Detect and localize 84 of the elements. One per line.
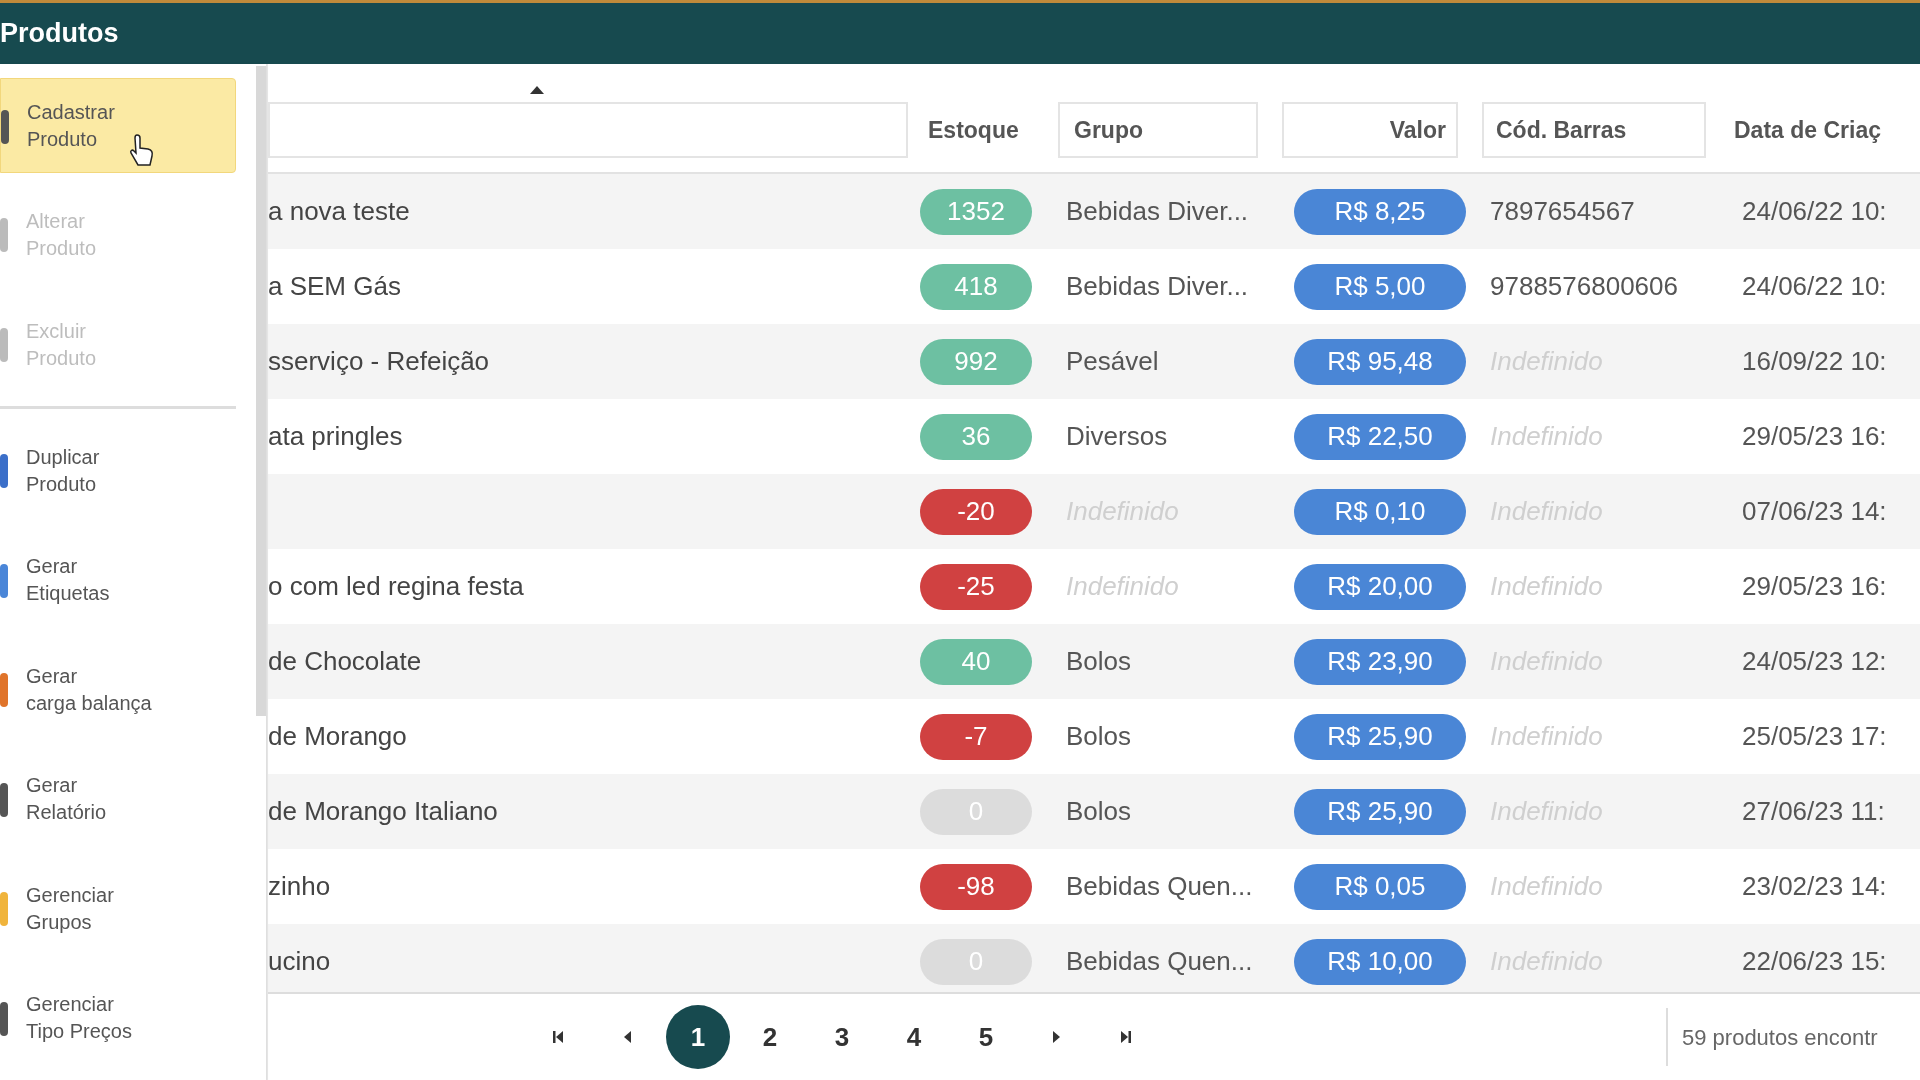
sidebar-item[interactable]: Gerar carga balança	[0, 642, 236, 738]
table-cell-text: a SEM Gás	[268, 270, 401, 303]
window-title: Produtos	[0, 17, 119, 51]
table-cell-text: sserviço - Refeição	[268, 345, 490, 378]
stock-badge: 40	[920, 638, 1032, 685]
filter-field[interactable]: Cód. Barras	[1482, 102, 1706, 158]
table-cell: Bebidas Diver...	[1066, 196, 1249, 226]
price-badge: R$ 0,10	[1294, 488, 1466, 535]
column-header[interactable]: Data de Criaç	[1734, 112, 1881, 148]
sort-arrow-icon[interactable]	[530, 86, 544, 94]
price-badge: R$ 22,50	[1294, 413, 1466, 460]
table-cell-text: zinho	[268, 870, 331, 903]
item-label: Gerar carga balança	[26, 663, 152, 716]
filter-field[interactable]: Valor	[1282, 102, 1458, 158]
item-label: Excluir Produto	[26, 318, 97, 371]
table-cell-text: 23/02/23 14:	[1742, 870, 1887, 903]
table-cell-text: 16/09/22 10:	[1742, 345, 1887, 378]
table-cell: 7897654567	[1490, 196, 1635, 226]
table-cell: Bolos	[1066, 796, 1132, 826]
item-label: Gerenciar Grupos	[26, 882, 114, 935]
table-cell: Bebidas Quen...	[1066, 946, 1253, 976]
table-cell: 9788576800606	[1490, 271, 1678, 301]
table-cell: Pesável	[1066, 346, 1159, 376]
table-cell-text: 24/06/22 10:	[1742, 195, 1887, 228]
sidebar-item[interactable]: Duplicar Produto	[0, 423, 236, 519]
page-button[interactable]: 4	[882, 1005, 946, 1069]
table-cell: Bolos	[1066, 721, 1132, 751]
price-badge: R$ 23,90	[1294, 638, 1466, 685]
scrollbar[interactable]	[256, 66, 266, 716]
column-header[interactable]: Estoque	[920, 112, 1058, 148]
stock-badge: 36	[920, 413, 1032, 460]
item-label: Cadastrar Produto	[27, 99, 115, 152]
table-cell-text: ata pringles	[268, 420, 403, 453]
price-badge: R$ 10,00	[1294, 938, 1466, 985]
table-cell: Bebidas Diver...	[1066, 271, 1249, 301]
sidebar-item[interactable]: Gerenciar Grupos	[0, 861, 236, 957]
price-badge: R$ 0,05	[1294, 863, 1466, 910]
table-cell-text: 27/06/23 11:	[1742, 795, 1885, 828]
table-cell-text: 29/05/23 16:	[1742, 420, 1887, 453]
table-cell-text: de Chocolate	[268, 645, 422, 678]
item-label: Gerenciar Tipo Preços	[26, 992, 132, 1045]
table-cell-text: ucino	[268, 945, 331, 978]
result-count: 59 produtos encontr	[1682, 1023, 1878, 1052]
item-label: Gerar Etiquetas	[26, 554, 110, 607]
table-cell: Bebidas Quen...	[1066, 871, 1253, 901]
filter-field[interactable]: Grupo	[1058, 102, 1258, 158]
stock-badge: -25	[920, 563, 1032, 610]
table-cell-text: o com led regina festa	[268, 570, 524, 603]
price-badge: R$ 20,00	[1294, 563, 1466, 610]
table-cell-text: de Morango	[268, 720, 407, 753]
stock-badge: -20	[920, 488, 1032, 535]
item-label: Gerar Relatório	[26, 773, 107, 826]
sidebar-item[interactable]: Gerar Relatório	[0, 751, 236, 848]
table-cell-text: 25/05/23 17:	[1742, 720, 1887, 753]
price-badge: R$ 25,90	[1294, 788, 1466, 835]
table-cell-text: a nova teste	[268, 195, 410, 228]
price-badge: R$ 8,25	[1294, 188, 1466, 235]
page-button[interactable]: 3	[810, 1005, 874, 1069]
item-label: Alterar Produto	[26, 209, 97, 262]
name-filter-field[interactable]	[268, 102, 908, 158]
page-button[interactable]: 5	[954, 1005, 1018, 1069]
stock-badge: 992	[920, 338, 1032, 385]
table-cell-text: de Morango Italiano	[268, 795, 498, 828]
sidebar-item[interactable]: Gerenciar Tipo Preços	[0, 970, 236, 1066]
sidebar-item[interactable]: Gerar Etiquetas	[0, 532, 236, 629]
sidebar-item[interactable]: Cadastrar Produto	[0, 78, 236, 174]
table-cell: Bolos	[1066, 646, 1132, 676]
price-badge: R$ 25,90	[1294, 713, 1466, 760]
price-badge: R$ 5,00	[1294, 263, 1466, 310]
table-cell-text: 24/06/22 10:	[1742, 270, 1887, 303]
stock-badge: -7	[920, 713, 1032, 760]
page-button[interactable]: 2	[738, 1005, 802, 1069]
stock-badge: -98	[920, 863, 1032, 910]
price-badge: R$ 95,48	[1294, 338, 1466, 385]
table-cell-text: 29/05/23 16:	[1742, 570, 1887, 603]
stock-badge: 1352	[920, 188, 1032, 235]
table-cell-text: 24/05/23 12:	[1742, 645, 1887, 678]
table-row[interactable]: a nova teste 1352 Bebidas Diver... R$ 8,25 7897654567 24/06/22 10:	[268, 174, 1920, 249]
table-cell: Diversos	[1066, 421, 1168, 451]
stock-badge: 418	[920, 263, 1032, 310]
table-cell-text: 07/06/23 14:	[1742, 495, 1887, 528]
item-label: Duplicar Produto	[26, 445, 100, 498]
table-cell-text: 22/06/23 15:	[1742, 945, 1887, 978]
page-button[interactable]: 1	[666, 1005, 730, 1069]
